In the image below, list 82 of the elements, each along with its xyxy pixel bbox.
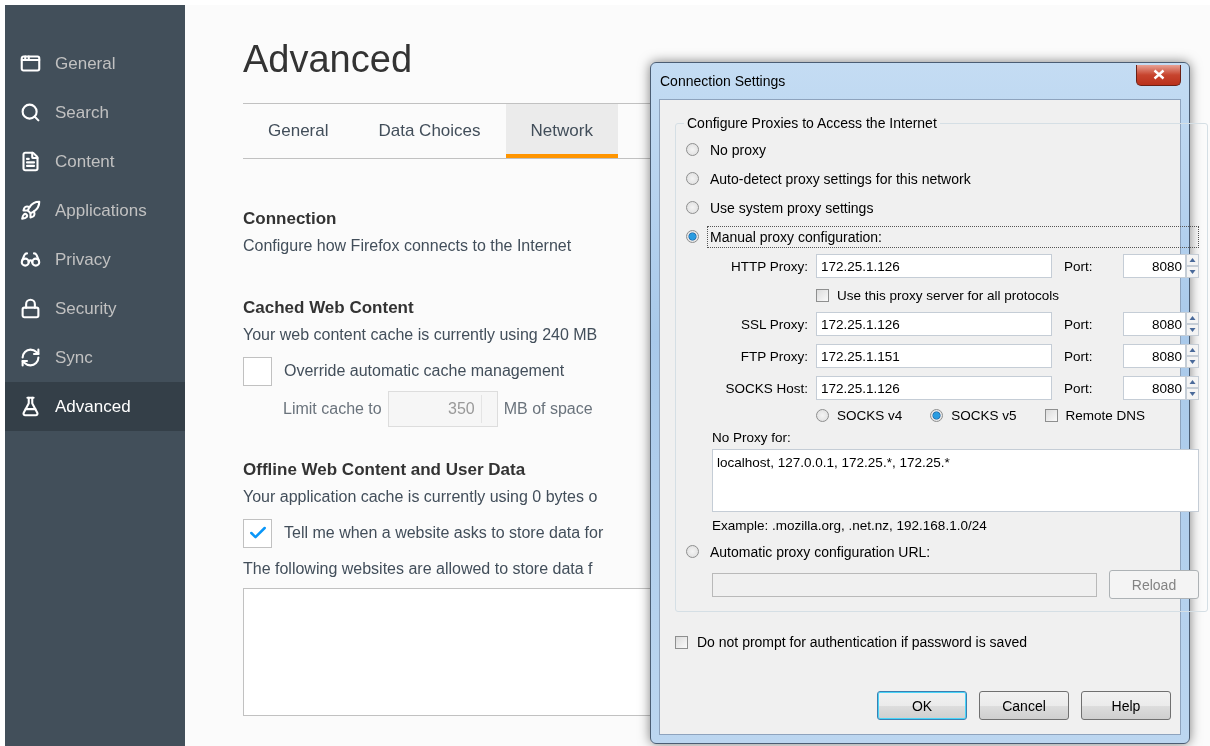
radio-label: No proxy (709, 140, 768, 160)
port-field[interactable]: 8080 (1123, 312, 1186, 336)
spinner-icon[interactable] (1186, 376, 1199, 400)
port-field[interactable]: 8080 (1123, 254, 1186, 278)
checkbox[interactable] (816, 288, 829, 302)
dialog-button[interactable]: Help (1081, 691, 1171, 720)
proxy-label: HTTP Proxy: (730, 258, 808, 274)
tab[interactable]: General (243, 104, 354, 158)
dialog-title: Connection Settings (660, 73, 786, 89)
limit-label: Limit cache to (283, 400, 382, 418)
example-text: Example: .mozilla.org, .net.nz, 192.168.1.0/24 (712, 517, 988, 535)
checkbox-label: Use this proxy server for all protocols (837, 287, 1060, 303)
radio-label: Manual proxy configuration: (707, 225, 1199, 248)
radio-button[interactable] (686, 143, 699, 156)
close-button[interactable] (1136, 64, 1181, 86)
sidebar-item[interactable]: Security (5, 284, 185, 333)
section-heading: Offline Web Content and User Data (243, 459, 526, 480)
section-description: Your application cache is currently using 0 bytes o (243, 487, 598, 507)
lock-icon (20, 298, 41, 319)
section-description: Configure how Firefox connects to the Internet (243, 236, 572, 256)
close-icon (1152, 69, 1165, 80)
section-description: Your web content cache is currently using 240 MB (243, 325, 598, 345)
checkbox[interactable] (243, 518, 272, 548)
tab[interactable]: Data Choices (353, 104, 506, 158)
checkbox-label: Override automatic cache management (284, 362, 565, 380)
sidebar-item[interactable]: Advanced (5, 382, 185, 431)
sidebar-item[interactable]: Sync (5, 333, 185, 382)
port-field[interactable]: 8080 (1123, 344, 1186, 368)
radio-button[interactable] (686, 201, 699, 214)
spinner-icon[interactable] (1186, 344, 1199, 368)
proxy-label: SOCKS Host: (724, 380, 808, 396)
radio-button[interactable] (930, 408, 944, 422)
mask-icon (20, 249, 41, 270)
proxy-field[interactable]: 172.25.1.151 (816, 344, 1052, 368)
sidebar-item[interactable]: Content (5, 137, 185, 186)
no-proxy-label: No Proxy for: (712, 430, 792, 445)
sidebar-item[interactable]: Privacy (5, 235, 185, 284)
document-icon (20, 151, 41, 172)
port-field[interactable]: 8080 (1123, 376, 1186, 400)
proxy-field[interactable]: 172.25.1.126 (816, 376, 1052, 400)
radio-label: SOCKS v4 (837, 407, 903, 423)
section-heading: Cached Web Content (243, 297, 414, 318)
flask-icon (20, 396, 41, 417)
checkbox-label: Remote DNS (1065, 407, 1146, 423)
page-title: Advanced (243, 38, 412, 82)
group-title: Configure Proxies to Access the Internet (686, 115, 938, 131)
proxy-label: SSL Proxy: (739, 316, 808, 332)
proxy-field[interactable]: 172.25.1.126 (816, 254, 1052, 278)
radio-label: SOCKS v5 (951, 407, 1017, 423)
tab[interactable]: Network (505, 104, 618, 158)
dialog-button[interactable]: OK (877, 691, 967, 720)
list-label: The following websites are allowed to store data f (243, 559, 593, 579)
checkbox-label: Tell me when a website asks to store data for (284, 524, 604, 542)
sidebar-item[interactable]: General (5, 39, 185, 88)
proxy-label: FTP Proxy: (739, 348, 808, 364)
rocket-icon (20, 200, 41, 221)
window-icon (20, 53, 41, 74)
sidebar-item[interactable]: Applications (5, 186, 185, 235)
proxy-field[interactable]: 172.25.1.126 (816, 312, 1052, 336)
section-heading: Connection (243, 208, 337, 229)
spinner-icon[interactable] (1186, 312, 1199, 336)
checkbox[interactable] (675, 635, 688, 649)
port-label: Port: (1063, 380, 1094, 396)
port-label: Port: (1063, 316, 1094, 332)
radio-button[interactable] (686, 172, 699, 185)
unit-label: MB of space (503, 400, 593, 418)
radio-button[interactable] (816, 408, 829, 422)
port-label: Port: (1063, 348, 1094, 364)
radio-label: Auto-detect proxy settings for this network (709, 169, 972, 189)
spinner-icon[interactable] (1186, 254, 1199, 278)
radio-button[interactable] (686, 230, 699, 243)
radio-label: Automatic proxy configuration URL: (709, 542, 932, 562)
radio-label: Use system proxy settings (709, 198, 875, 218)
no-proxy-field[interactable]: localhost, 127.0.0.1, 172.25.*, 172.25.* (712, 449, 1199, 512)
port-label: Port: (1063, 258, 1094, 274)
search-icon (20, 102, 41, 123)
dialog-button[interactable]: Cancel (979, 691, 1069, 720)
sidebar-item[interactable]: Search (5, 88, 185, 137)
checkbox[interactable] (1044, 408, 1058, 422)
checkbox[interactable] (243, 356, 272, 386)
checkbox-label: Do not prompt for authentication if password is saved (697, 634, 1027, 650)
sync-icon (20, 347, 41, 368)
